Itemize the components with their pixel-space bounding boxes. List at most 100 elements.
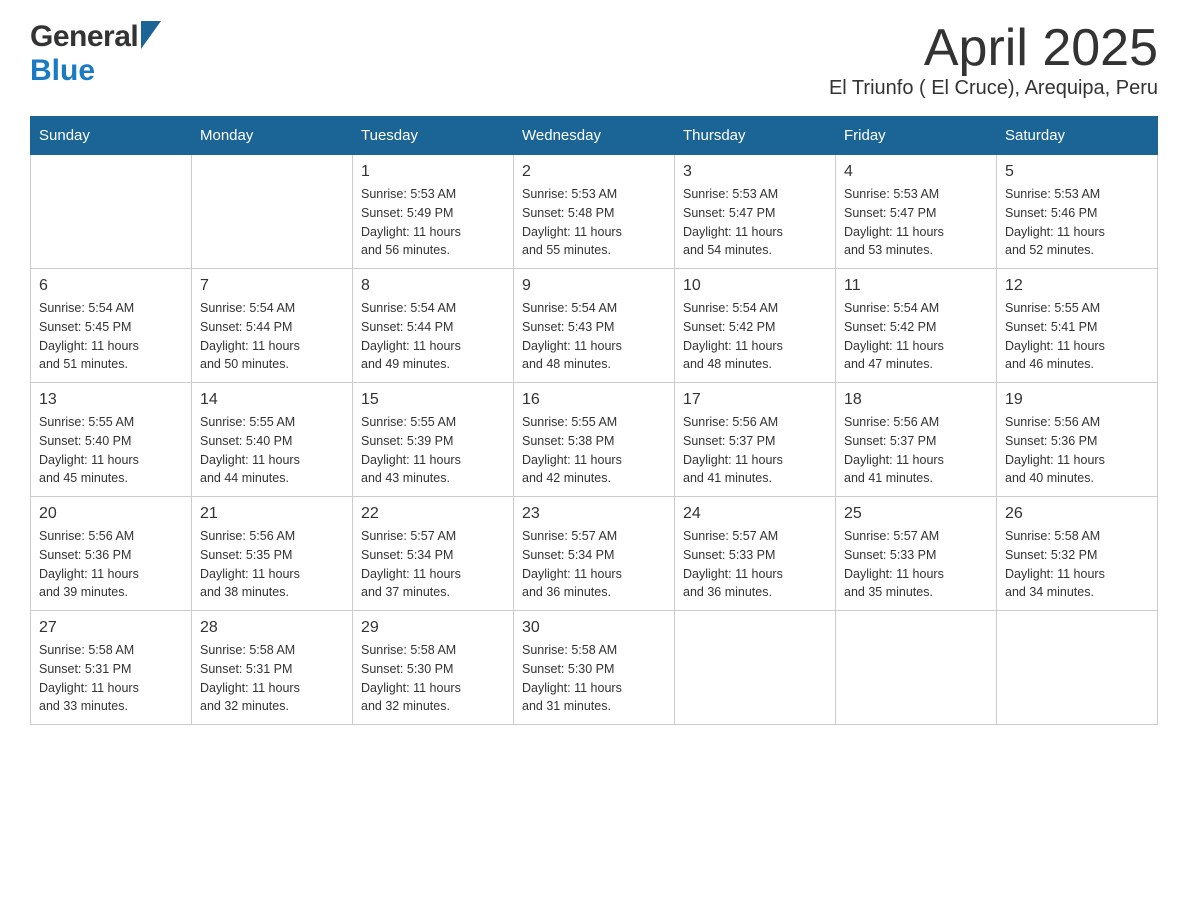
day-info: Sunrise: 5:55 AMSunset: 5:40 PMDaylight:… bbox=[39, 413, 183, 488]
calendar-cell: 29 Sunrise: 5:58 AMSunset: 5:30 PMDayligh… bbox=[353, 611, 514, 725]
day-number: 2 bbox=[522, 163, 666, 181]
day-info: Sunrise: 5:57 AMSunset: 5:34 PMDaylight:… bbox=[522, 527, 666, 602]
calendar-cell: 19Sunrise: 5:56 AMSunset: 5:36 PMDayligh… bbox=[997, 383, 1158, 497]
calendar-cell: 20 Sunrise: 5:56 AMSunset: 5:36 PMDayligh… bbox=[31, 497, 192, 611]
calendar-cell: 11Sunrise: 5:54 AMSunset: 5:42 PMDayligh… bbox=[836, 269, 997, 383]
day-info: Sunrise: 5:54 AMSunset: 5:42 PMDaylight:… bbox=[683, 299, 827, 374]
calendar-cell: 12 Sunrise: 5:55 AMSunset: 5:41 PMDayligh… bbox=[997, 269, 1158, 383]
day-number: 16 bbox=[522, 391, 666, 409]
calendar-cell: 4Sunrise: 5:53 AMSunset: 5:47 PMDaylight… bbox=[836, 155, 997, 269]
calendar-cell: 9 Sunrise: 5:54 AMSunset: 5:43 PMDaylight… bbox=[514, 269, 675, 383]
day-info: Sunrise: 5:56 AMSunset: 5:36 PMDaylight:… bbox=[39, 527, 183, 602]
calendar-week-row: 6 Sunrise: 5:54 AMSunset: 5:45 PMDaylight… bbox=[31, 269, 1158, 383]
calendar-cell: 8Sunrise: 5:54 AMSunset: 5:44 PMDaylight… bbox=[353, 269, 514, 383]
calendar-cell: 15Sunrise: 5:55 AMSunset: 5:39 PMDayligh… bbox=[353, 383, 514, 497]
day-number: 3 bbox=[683, 163, 827, 181]
day-number: 11 bbox=[844, 277, 988, 295]
day-info: Sunrise: 5:58 AMSunset: 5:30 PMDaylight:… bbox=[522, 641, 666, 716]
calendar-cell: 10 Sunrise: 5:54 AMSunset: 5:42 PMDayligh… bbox=[675, 269, 836, 383]
calendar-cell: 27 Sunrise: 5:58 AMSunset: 5:31 PMDayligh… bbox=[31, 611, 192, 725]
day-number: 23 bbox=[522, 505, 666, 523]
calendar-cell bbox=[836, 611, 997, 725]
calendar-week-row: 1 Sunrise: 5:53 AMSunset: 5:49 PMDaylight… bbox=[31, 155, 1158, 269]
calendar-cell: 26Sunrise: 5:58 AMSunset: 5:32 PMDayligh… bbox=[997, 497, 1158, 611]
calendar-cell: 6 Sunrise: 5:54 AMSunset: 5:45 PMDaylight… bbox=[31, 269, 192, 383]
day-info: Sunrise: 5:57 AMSunset: 5:33 PMDaylight:… bbox=[683, 527, 827, 602]
calendar-cell: 30 Sunrise: 5:58 AMSunset: 5:30 PMDayligh… bbox=[514, 611, 675, 725]
calendar-cell: 16 Sunrise: 5:55 AMSunset: 5:38 PMDayligh… bbox=[514, 383, 675, 497]
day-number: 24 bbox=[683, 505, 827, 523]
day-of-week-header: Friday bbox=[836, 117, 997, 155]
day-info: Sunrise: 5:57 AMSunset: 5:33 PMDaylight:… bbox=[844, 527, 988, 602]
day-info: Sunrise: 5:57 AMSunset: 5:34 PMDaylight:… bbox=[361, 527, 505, 602]
day-number: 9 bbox=[522, 277, 666, 295]
day-info: Sunrise: 5:53 AMSunset: 5:46 PMDaylight:… bbox=[1005, 185, 1149, 260]
day-number: 15 bbox=[361, 391, 505, 409]
calendar-cell: 14 Sunrise: 5:55 AMSunset: 5:40 PMDayligh… bbox=[192, 383, 353, 497]
day-of-week-header: Sunday bbox=[31, 117, 192, 155]
day-info: Sunrise: 5:54 AMSunset: 5:44 PMDaylight:… bbox=[200, 299, 344, 374]
calendar-cell bbox=[675, 611, 836, 725]
logo-triangle-icon bbox=[141, 21, 161, 49]
day-number: 20 bbox=[39, 505, 183, 523]
day-of-week-header: Saturday bbox=[997, 117, 1158, 155]
day-number: 18 bbox=[844, 391, 988, 409]
title-block: April 2025 El Triunfo ( El Cruce), Arequ… bbox=[829, 20, 1158, 100]
calendar-cell: 5 Sunrise: 5:53 AMSunset: 5:46 PMDaylight… bbox=[997, 155, 1158, 269]
page-title: April 2025 bbox=[829, 20, 1158, 77]
day-number: 22 bbox=[361, 505, 505, 523]
day-info: Sunrise: 5:56 AMSunset: 5:35 PMDaylight:… bbox=[200, 527, 344, 602]
day-info: Sunrise: 5:55 AMSunset: 5:40 PMDaylight:… bbox=[200, 413, 344, 488]
day-info: Sunrise: 5:54 AMSunset: 5:45 PMDaylight:… bbox=[39, 299, 183, 374]
page-header: General Blue April 2025 El Triunfo ( El … bbox=[30, 20, 1158, 100]
day-number: 7 bbox=[200, 277, 344, 295]
day-number: 26 bbox=[1005, 505, 1149, 523]
day-info: Sunrise: 5:55 AMSunset: 5:41 PMDaylight:… bbox=[1005, 299, 1149, 374]
day-of-week-header: Thursday bbox=[675, 117, 836, 155]
day-number: 1 bbox=[361, 163, 505, 181]
day-number: 29 bbox=[361, 619, 505, 637]
day-number: 4 bbox=[844, 163, 988, 181]
day-number: 27 bbox=[39, 619, 183, 637]
day-info: Sunrise: 5:53 AMSunset: 5:49 PMDaylight:… bbox=[361, 185, 505, 260]
day-number: 6 bbox=[39, 277, 183, 295]
calendar-cell: 25Sunrise: 5:57 AMSunset: 5:33 PMDayligh… bbox=[836, 497, 997, 611]
day-info: Sunrise: 5:55 AMSunset: 5:38 PMDaylight:… bbox=[522, 413, 666, 488]
day-of-week-header: Monday bbox=[192, 117, 353, 155]
calendar-cell: 7 Sunrise: 5:54 AMSunset: 5:44 PMDaylight… bbox=[192, 269, 353, 383]
calendar-cell: 2 Sunrise: 5:53 AMSunset: 5:48 PMDaylight… bbox=[514, 155, 675, 269]
day-info: Sunrise: 5:58 AMSunset: 5:30 PMDaylight:… bbox=[361, 641, 505, 716]
calendar-cell bbox=[31, 155, 192, 269]
day-number: 5 bbox=[1005, 163, 1149, 181]
calendar-header-row: SundayMondayTuesdayWednesdayThursdayFrid… bbox=[31, 117, 1158, 155]
day-info: Sunrise: 5:53 AMSunset: 5:48 PMDaylight:… bbox=[522, 185, 666, 260]
day-info: Sunrise: 5:58 AMSunset: 5:31 PMDaylight:… bbox=[200, 641, 344, 716]
day-number: 8 bbox=[361, 277, 505, 295]
calendar-table: SundayMondayTuesdayWednesdayThursdayFrid… bbox=[30, 116, 1158, 725]
calendar-week-row: 20 Sunrise: 5:56 AMSunset: 5:36 PMDayligh… bbox=[31, 497, 1158, 611]
day-number: 10 bbox=[683, 277, 827, 295]
day-number: 14 bbox=[200, 391, 344, 409]
logo-general-text: General bbox=[30, 20, 138, 54]
logo: General Blue bbox=[30, 20, 161, 88]
day-number: 30 bbox=[522, 619, 666, 637]
calendar-cell: 24 Sunrise: 5:57 AMSunset: 5:33 PMDayligh… bbox=[675, 497, 836, 611]
calendar-cell: 18 Sunrise: 5:56 AMSunset: 5:37 PMDayligh… bbox=[836, 383, 997, 497]
calendar-cell: 1 Sunrise: 5:53 AMSunset: 5:49 PMDaylight… bbox=[353, 155, 514, 269]
calendar-week-row: 13Sunrise: 5:55 AMSunset: 5:40 PMDayligh… bbox=[31, 383, 1158, 497]
calendar-cell: 13Sunrise: 5:55 AMSunset: 5:40 PMDayligh… bbox=[31, 383, 192, 497]
day-number: 19 bbox=[1005, 391, 1149, 409]
calendar-cell: 21 Sunrise: 5:56 AMSunset: 5:35 PMDayligh… bbox=[192, 497, 353, 611]
calendar-cell bbox=[192, 155, 353, 269]
calendar-cell: 17Sunrise: 5:56 AMSunset: 5:37 PMDayligh… bbox=[675, 383, 836, 497]
day-info: Sunrise: 5:58 AMSunset: 5:31 PMDaylight:… bbox=[39, 641, 183, 716]
day-info: Sunrise: 5:53 AMSunset: 5:47 PMDaylight:… bbox=[683, 185, 827, 260]
calendar-cell: 23 Sunrise: 5:57 AMSunset: 5:34 PMDayligh… bbox=[514, 497, 675, 611]
day-info: Sunrise: 5:54 AMSunset: 5:43 PMDaylight:… bbox=[522, 299, 666, 374]
day-number: 21 bbox=[200, 505, 344, 523]
day-number: 12 bbox=[1005, 277, 1149, 295]
calendar-week-row: 27 Sunrise: 5:58 AMSunset: 5:31 PMDayligh… bbox=[31, 611, 1158, 725]
day-number: 28 bbox=[200, 619, 344, 637]
calendar-cell: 3 Sunrise: 5:53 AMSunset: 5:47 PMDaylight… bbox=[675, 155, 836, 269]
day-info: Sunrise: 5:56 AMSunset: 5:37 PMDaylight:… bbox=[844, 413, 988, 488]
